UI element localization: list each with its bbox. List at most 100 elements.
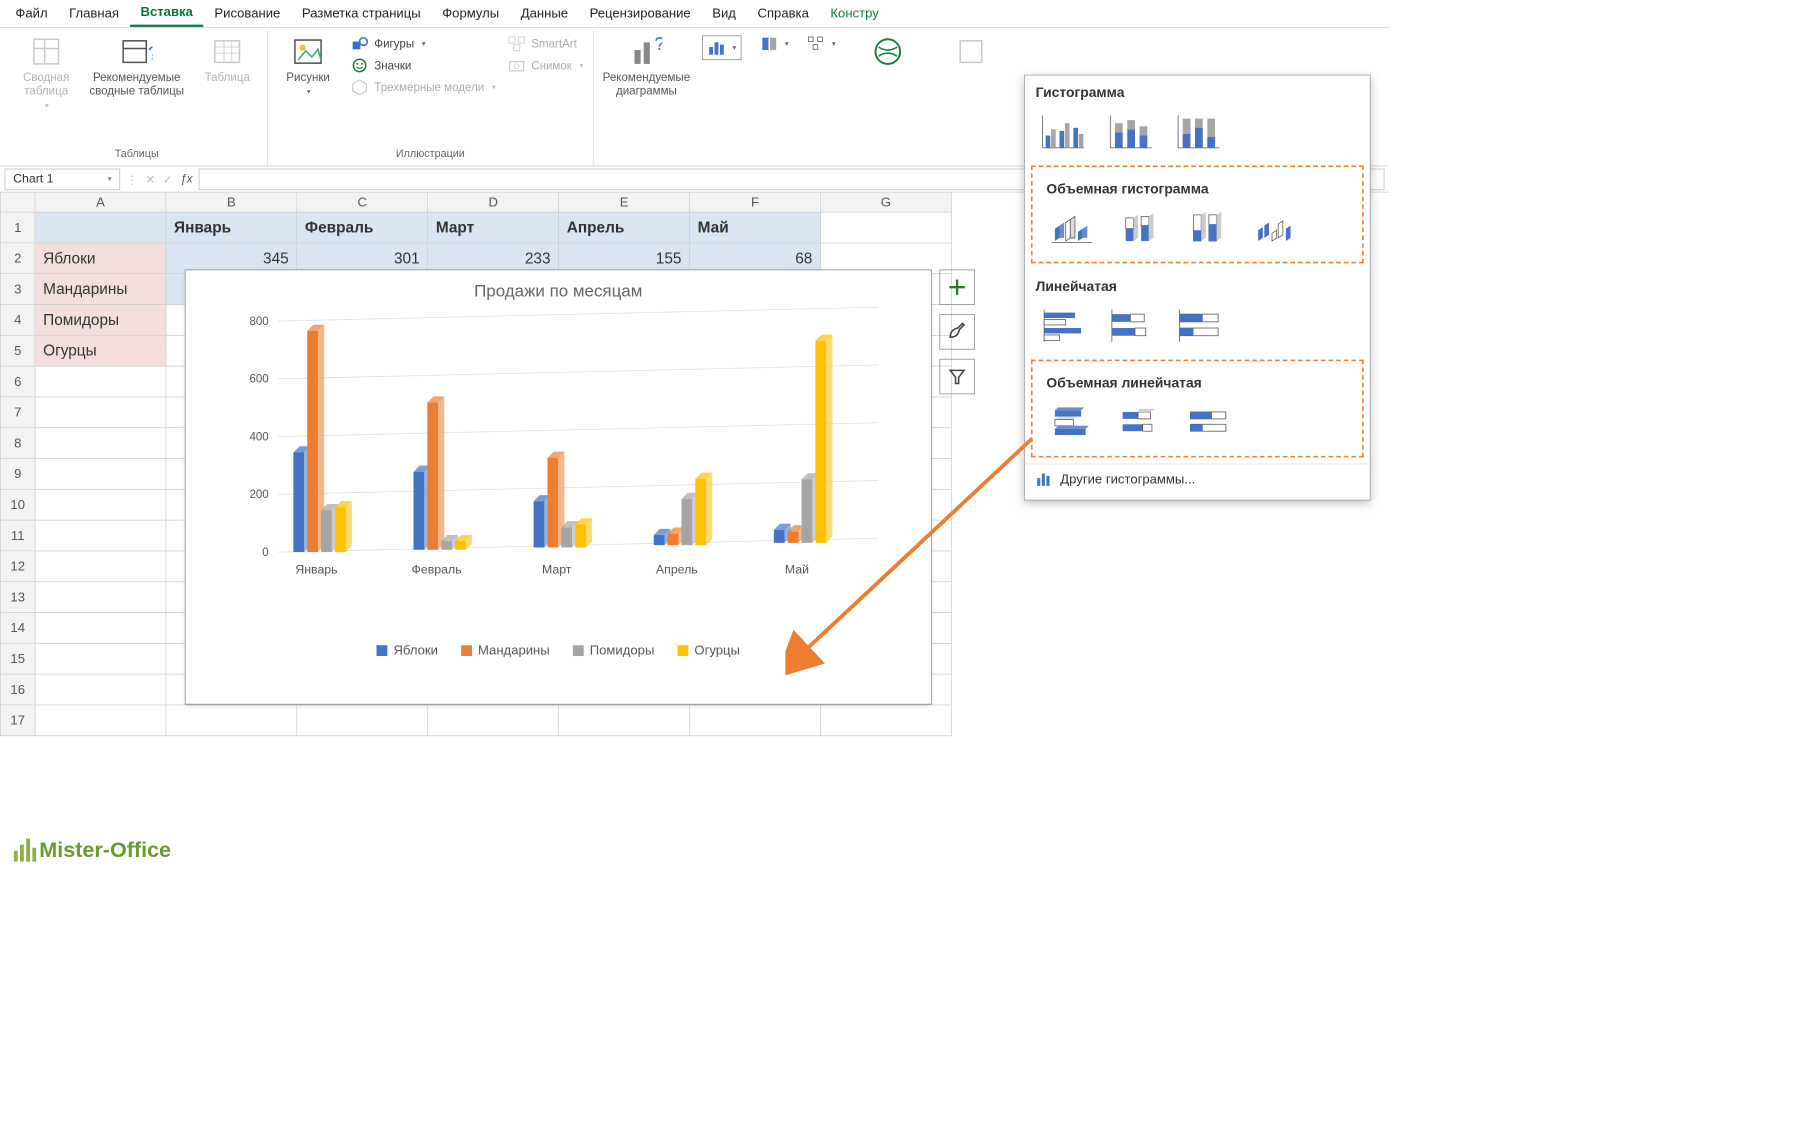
row-header[interactable]: 4 [0,305,35,336]
more-histograms[interactable]: Другие гистограммы... [1025,464,1370,496]
row-header[interactable]: 17 [0,705,35,736]
cell[interactable] [690,705,821,736]
pictures-button[interactable]: Рисунки ▾ [277,35,339,96]
icons-button[interactable]: Значки [351,57,496,74]
row-header[interactable]: 7 [0,397,35,428]
column-header[interactable]: C [297,193,428,213]
tab-file[interactable]: Файл [5,1,59,26]
column-header[interactable]: D [428,193,559,213]
cell[interactable]: Помидоры [35,305,166,336]
chart-type-100-stacked-bar[interactable] [1171,304,1225,349]
cell[interactable] [35,213,166,244]
line-chart-dropdown[interactable]: ▾ [760,35,789,52]
column-header[interactable]: B [166,193,297,213]
row-header[interactable]: 2 [0,243,35,274]
column-chart-dropdown[interactable]: ▾ [702,35,741,60]
recommended-charts-button[interactable]: ? Рекомендуемые диаграммы [603,35,690,98]
cell[interactable]: Февраль [297,213,428,244]
maps-button[interactable] [857,35,919,67]
chart-type-3d-column[interactable] [1250,206,1304,251]
cell[interactable] [35,428,166,459]
row-header[interactable]: 9 [0,459,35,490]
column-header[interactable]: A [35,193,166,213]
tab-design[interactable]: Констру [820,1,890,26]
tab-formulas[interactable]: Формулы [431,1,510,26]
row-header[interactable]: 11 [0,521,35,552]
3d-models-button[interactable]: Трехмерные модели▾ [351,79,496,96]
cell[interactable] [821,213,952,244]
cell[interactable] [35,490,166,521]
chart-type-3d-clustered-column[interactable] [1046,206,1100,251]
cell[interactable] [559,705,690,736]
cell[interactable] [166,705,297,736]
row-header[interactable]: 12 [0,551,35,582]
cell[interactable]: Апрель [559,213,690,244]
chart-type-3d-100-stacked-column[interactable] [1182,206,1236,251]
cell[interactable] [428,705,559,736]
column-header[interactable] [0,193,35,213]
cell[interactable] [35,551,166,582]
cell[interactable] [35,397,166,428]
cell[interactable]: Яблоки [35,243,166,274]
cell[interactable] [35,521,166,552]
chart-type-3d-100-stacked-bar[interactable] [1182,400,1236,445]
row-header[interactable]: 16 [0,675,35,706]
tab-home[interactable]: Главная [58,1,129,26]
chart-filters-button[interactable] [939,359,974,394]
chart-type-100-stacked-column[interactable] [1171,110,1225,155]
cell[interactable] [297,705,428,736]
column-header[interactable]: G [821,193,952,213]
row-header[interactable]: 1 [0,213,35,244]
cell[interactable] [35,675,166,706]
cell[interactable]: Огурцы [35,336,166,367]
cell[interactable] [35,705,166,736]
cancel-icon[interactable]: ✕ [146,172,156,186]
cell[interactable]: Май [690,213,821,244]
tab-help[interactable]: Справка [747,1,820,26]
shapes-button[interactable]: Фигуры▾ [351,35,496,52]
cell[interactable] [35,459,166,490]
screenshot-button[interactable]: Снимок▾ [508,57,583,74]
cell[interactable]: Март [428,213,559,244]
smartart-button[interactable]: SmartArt [508,35,583,52]
cell[interactable] [35,644,166,675]
chart-type-stacked-column[interactable] [1103,110,1157,155]
cell[interactable] [821,705,952,736]
pivot-table-button[interactable]: Сводная таблица ▾ [15,35,77,110]
tab-insert[interactable]: Вставка [130,0,204,27]
column-header[interactable]: E [559,193,690,213]
column-header[interactable]: F [690,193,821,213]
tab-view[interactable]: Вид [701,1,746,26]
row-header[interactable]: 10 [0,490,35,521]
name-box[interactable]: Chart 1 ▾ [5,168,120,190]
fx-icon[interactable]: ƒх [180,172,192,185]
pivot-chart-button[interactable] [940,35,1002,67]
chart-type-3d-stacked-bar[interactable] [1114,400,1168,445]
chart-type-clustered-column[interactable] [1036,110,1090,155]
cell[interactable] [35,367,166,398]
row-header[interactable]: 8 [0,428,35,459]
row-header[interactable]: 13 [0,582,35,613]
row-header[interactable]: 15 [0,644,35,675]
tab-layout[interactable]: Разметка страницы [291,1,431,26]
chart-styles-button[interactable] [939,314,974,349]
tab-review[interactable]: Рецензирование [579,1,702,26]
recommended-pivot-button[interactable]: ? Рекомендуемые сводные таблицы [89,35,184,98]
chart-elements-button[interactable] [939,270,974,305]
row-header[interactable]: 6 [0,367,35,398]
tab-data[interactable]: Данные [510,1,579,26]
embedded-chart[interactable]: Продажи по месяцам 0200400600800ЯнварьФе… [185,270,932,705]
chart-type-stacked-bar[interactable] [1103,304,1157,349]
cell[interactable] [35,613,166,644]
enter-icon[interactable]: ✓ [163,172,173,186]
row-header[interactable]: 3 [0,274,35,305]
row-header[interactable]: 14 [0,613,35,644]
hierarchy-chart-dropdown[interactable]: ▾ [807,35,836,52]
chart-type-clustered-bar[interactable] [1036,304,1090,349]
tab-draw[interactable]: Рисование [204,1,291,26]
cell[interactable] [35,582,166,613]
table-button[interactable]: Таблица [196,35,258,84]
row-header[interactable]: 5 [0,336,35,367]
cell[interactable]: Мандарины [35,274,166,305]
chart-type-3d-stacked-column[interactable] [1114,206,1168,251]
